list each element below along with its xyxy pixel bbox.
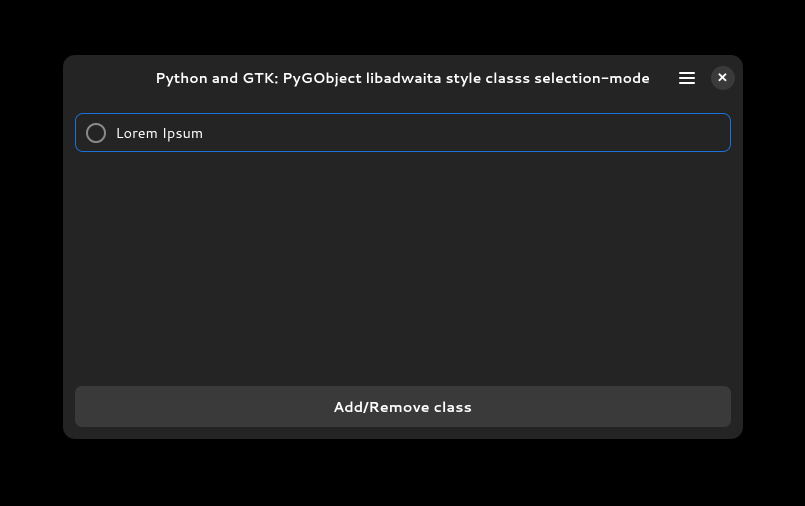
hamburger-icon — [679, 72, 695, 84]
close-icon: ✕ — [717, 72, 728, 85]
application-window: Python and GTK: PyGObject libadwaita sty… — [63, 55, 743, 439]
header-controls: ✕ — [675, 66, 735, 90]
spacer — [75, 152, 731, 386]
selection-row[interactable]: Lorem Ipsum — [75, 113, 731, 152]
menu-button[interactable] — [675, 66, 699, 90]
close-button[interactable]: ✕ — [711, 66, 735, 90]
row-label: Lorem Ipsum — [116, 122, 204, 143]
selection-checkbox[interactable] — [86, 123, 106, 143]
window-title: Python and GTK: PyGObject libadwaita sty… — [155, 68, 650, 88]
add-remove-class-button[interactable]: Add/Remove class — [75, 386, 731, 427]
content-area: Lorem Ipsum Add/Remove class — [63, 101, 743, 439]
header-bar: Python and GTK: PyGObject libadwaita sty… — [63, 55, 743, 101]
